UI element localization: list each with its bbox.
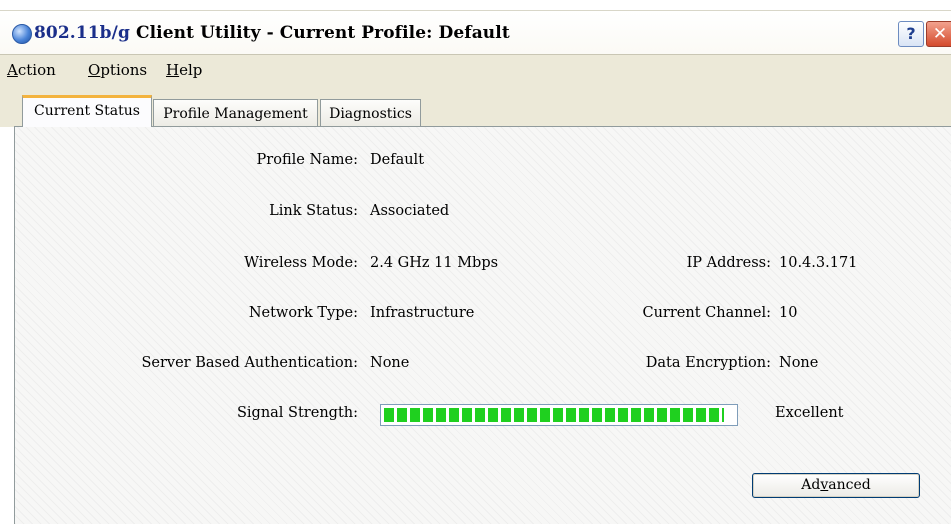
signal-strength-fill — [384, 408, 724, 422]
advanced-label-pre: Ad — [801, 477, 821, 493]
advanced-label-post: anced — [828, 477, 871, 493]
profile-name-label: Profile Name: — [256, 152, 358, 168]
current-status-panel — [14, 126, 951, 524]
data-encryption-value: None — [779, 355, 819, 371]
help-button[interactable]: ? — [898, 21, 924, 47]
tab-diagnostics[interactable]: Diagnostics — [320, 99, 421, 127]
client-utility-window: 802.11b/g Client Utility - Current Profi… — [0, 0, 951, 524]
server-auth-value: None — [370, 355, 410, 371]
signal-strength-text: Excellent — [775, 405, 844, 421]
window-title: 802.11b/g Client Utility - Current Profi… — [34, 23, 510, 43]
menu-bar: Action Options Help — [0, 54, 951, 86]
network-type-label: Network Type: — [248, 305, 358, 321]
menu-help[interactable]: Help — [166, 61, 202, 79]
current-channel-label: Current Channel: — [642, 305, 771, 321]
ip-address-value: 10.4.3.171 — [779, 255, 858, 271]
wireless-mode-value: 2.4 GHz 11 Mbps — [370, 255, 499, 271]
title-suffix: Client Utility - Current Profile: Defaul… — [135, 23, 510, 43]
menu-help-key: H — [166, 61, 180, 79]
menu-options-rest: ptions — [100, 61, 148, 79]
wireless-globe-icon — [12, 24, 32, 44]
menu-options[interactable]: Options — [88, 61, 147, 79]
link-status-label: Link Status: — [269, 203, 358, 219]
menu-action-rest: ction — [17, 61, 56, 79]
data-encryption-label: Data Encryption: — [645, 355, 771, 371]
current-channel-value: 10 — [779, 305, 798, 321]
advanced-button[interactable]: Advanced — [752, 473, 920, 498]
tab-strip: Current Status Profile Management Diagno… — [0, 85, 951, 127]
profile-name-value: Default — [370, 152, 425, 168]
title-bar: 802.11b/g Client Utility - Current Profi… — [0, 10, 951, 55]
menu-action-key: A — [7, 61, 18, 79]
ip-address-label: IP Address: — [686, 255, 771, 271]
menu-action[interactable]: Action — [7, 61, 56, 79]
server-auth-label: Server Based Authentication: — [141, 355, 358, 371]
menu-options-key: O — [88, 61, 101, 79]
tab-profile-management[interactable]: Profile Management — [153, 99, 318, 127]
link-status-value: Associated — [370, 203, 450, 219]
wireless-mode-label: Wireless Mode: — [244, 255, 358, 271]
menu-help-rest: elp — [179, 61, 203, 79]
tab-current-status[interactable]: Current Status — [22, 95, 152, 127]
network-type-value: Infrastructure — [370, 305, 475, 321]
signal-strength-label: Signal Strength: — [236, 405, 358, 421]
close-button[interactable]: ✕ — [926, 21, 951, 47]
signal-strength-meter — [380, 404, 738, 426]
title-prefix: 802.11b/g — [34, 23, 130, 43]
